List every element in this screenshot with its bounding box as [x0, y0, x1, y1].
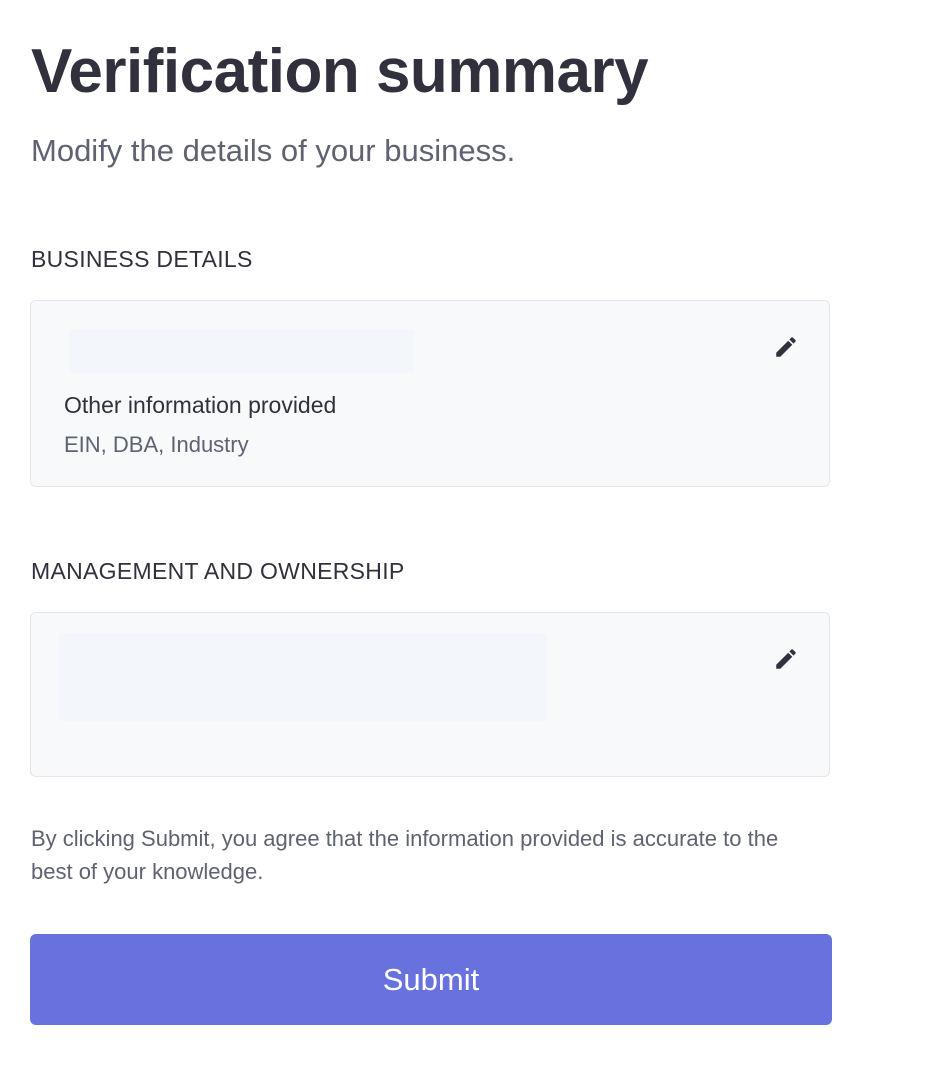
agreement-text: By clicking Submit, you agree that the i… — [31, 826, 779, 884]
other-information-label: Other information provided — [64, 392, 337, 418]
pencil-icon — [776, 337, 796, 357]
management-ownership-heading: MANAGEMENT AND OWNERSHIP — [31, 558, 405, 584]
business-details-card: Other information provided EIN, DBA, Ind… — [30, 300, 830, 487]
owners-placeholder — [59, 633, 547, 721]
management-ownership-card — [30, 612, 830, 777]
pencil-icon — [776, 649, 796, 669]
other-information-value: EIN, DBA, Industry — [64, 432, 249, 457]
page-subtitle: Modify the details of your business. — [31, 133, 516, 168]
business-name-placeholder — [69, 329, 414, 373]
edit-management-button[interactable] — [769, 642, 803, 676]
submit-button[interactable]: Submit — [30, 934, 832, 1025]
page-title: Verification summary — [31, 37, 649, 106]
edit-business-details-button[interactable] — [769, 330, 803, 364]
business-details-heading: BUSINESS DETAILS — [31, 246, 253, 272]
